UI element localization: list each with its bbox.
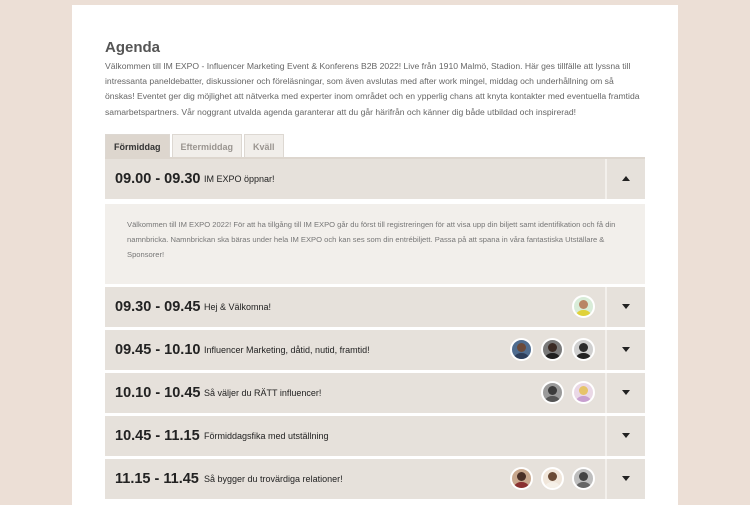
expand-toggle[interactable] [605, 372, 645, 413]
session-title: Så bygger du trovärdiga relationer! [204, 473, 343, 484]
speaker-avatar[interactable] [572, 381, 595, 405]
speaker-avatar[interactable] [572, 467, 595, 491]
tab-kvall[interactable]: Kväll [244, 133, 284, 157]
expand-toggle[interactable] [605, 458, 645, 499]
expand-toggle[interactable] [605, 415, 645, 456]
caret-down-icon [622, 304, 630, 310]
speaker-avatar[interactable] [572, 295, 595, 319]
session-row[interactable]: 09.30 - 09.45 Hej & Välkomna! [105, 286, 645, 327]
session-list: 09.00 - 09.30 IM EXPO öppnar! Välkommen … [105, 156, 645, 499]
session-title: IM EXPO öppnar! [204, 173, 275, 184]
session-row[interactable]: 09.00 - 09.30 IM EXPO öppnar! [105, 158, 645, 199]
session-description: Välkommen till IM EXPO 2022! För att ha … [127, 219, 616, 259]
session-time: 10.45 - 11.15 [115, 427, 200, 444]
session-time: 09.30 - 09.45 [115, 298, 201, 315]
collapse-toggle[interactable] [605, 158, 645, 199]
day-tabs: Förmiddag Eftermiddag Kväll [105, 133, 645, 157]
session-title: Influencer Marketing, dåtid, nutid, fram… [204, 344, 370, 355]
expand-toggle[interactable] [605, 286, 645, 327]
speaker-list [572, 295, 595, 319]
session-title: Hej & Välkomna! [204, 301, 272, 312]
session-title: Så väljer du RÄTT influencer! [204, 387, 322, 398]
speaker-avatar[interactable] [510, 467, 533, 491]
session-row[interactable]: 09.45 - 10.10 Influencer Marketing, dåti… [105, 329, 645, 370]
session-row[interactable]: 11.15 - 11.45 Så bygger du trovärdiga re… [105, 458, 645, 499]
tab-eftermiddag[interactable]: Eftermiddag [171, 133, 243, 157]
intro-text: Välkommen till IM EXPO - Influencer Mark… [105, 61, 640, 117]
caret-up-icon [622, 176, 630, 182]
speaker-list [510, 467, 595, 491]
session-time: 09.00 - 09.30 [115, 170, 201, 187]
session-time: 11.15 - 11.45 [115, 470, 199, 487]
caret-down-icon [622, 476, 630, 482]
agenda-card: Agenda Välkommen till IM EXPO - Influenc… [72, 5, 678, 505]
caret-down-icon [622, 347, 630, 353]
expand-toggle[interactable] [605, 329, 645, 370]
session-time: 10.10 - 10.45 [115, 384, 201, 401]
caret-down-icon [622, 433, 630, 439]
speaker-avatar[interactable] [572, 338, 595, 362]
session-title: Förmiddagsfika med utställning [204, 430, 329, 441]
speaker-avatar[interactable] [541, 467, 564, 491]
speaker-avatar[interactable] [541, 381, 564, 405]
session-time: 09.45 - 10.10 [115, 341, 201, 358]
speaker-list [510, 338, 595, 362]
session-details: Välkommen till IM EXPO 2022! För att ha … [105, 201, 645, 284]
speaker-avatar[interactable] [541, 338, 564, 362]
speaker-avatar[interactable] [510, 338, 533, 362]
session-row[interactable]: 10.10 - 10.45 Så väljer du RÄTT influenc… [105, 372, 645, 413]
speaker-list [541, 381, 595, 405]
caret-down-icon [622, 390, 630, 396]
tab-formiddag[interactable]: Förmiddag [105, 133, 170, 157]
page-title: Agenda [105, 39, 161, 56]
session-row[interactable]: 10.45 - 11.15 Förmiddagsfika med utställ… [105, 415, 645, 456]
